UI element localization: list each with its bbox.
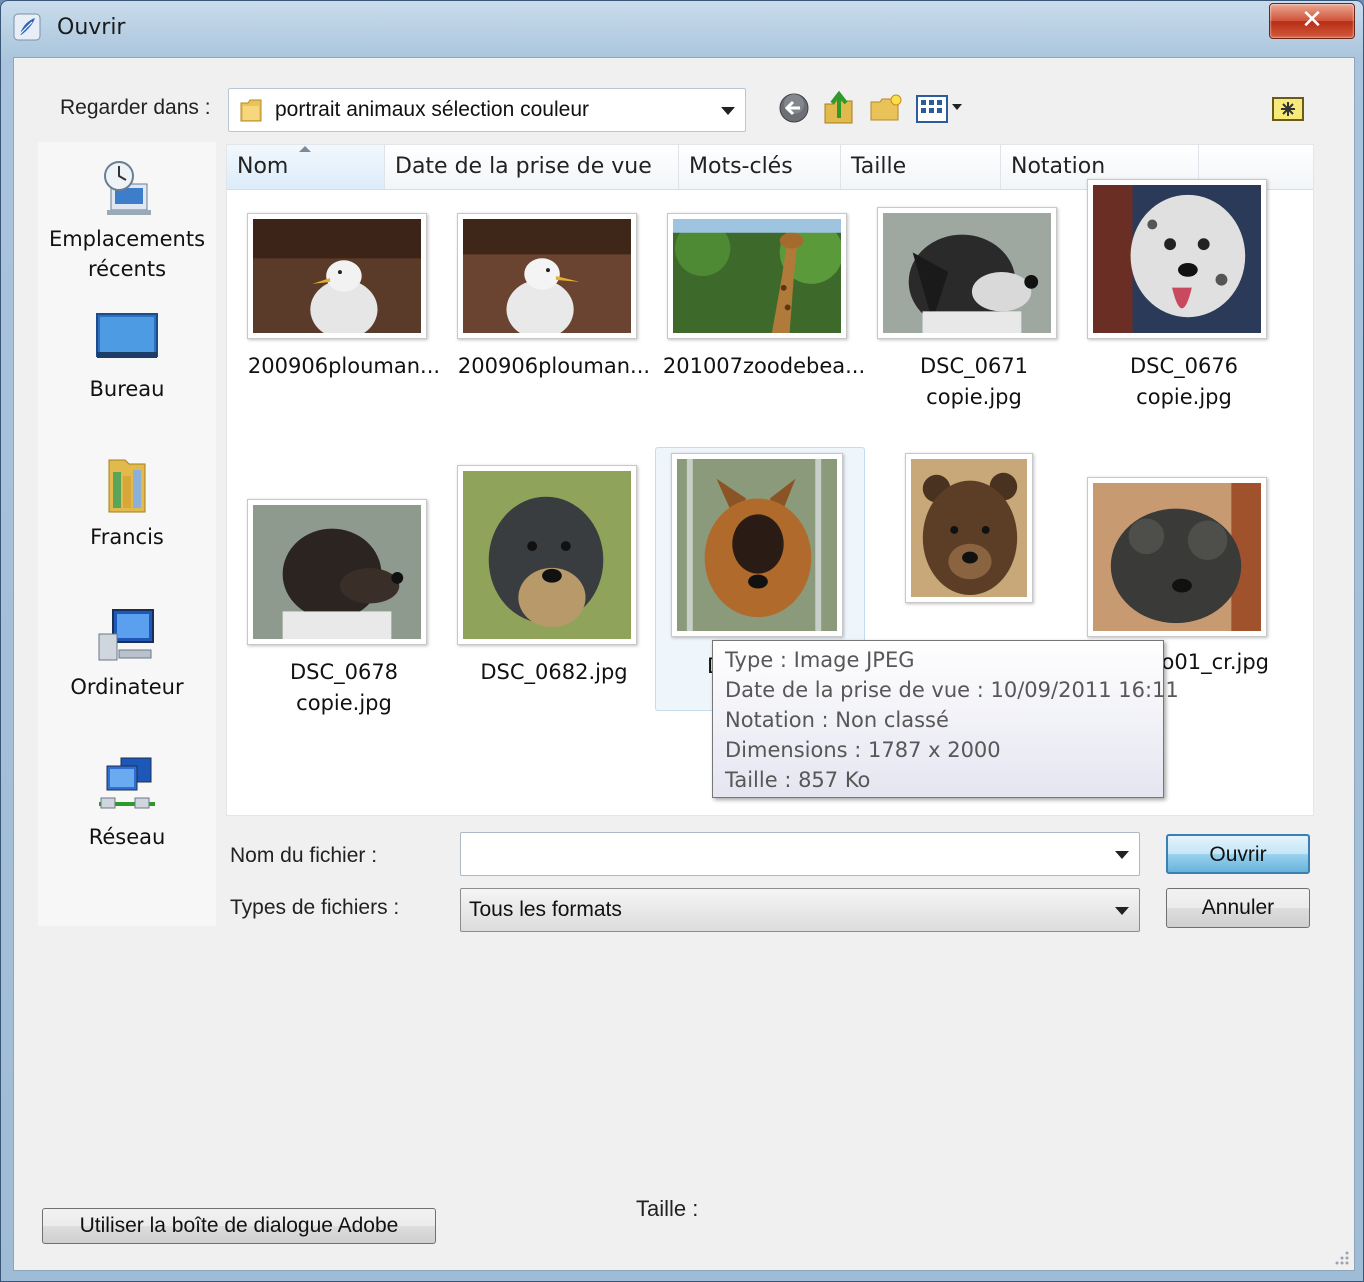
tooltip-size: Taille : 857 Ko xyxy=(725,768,871,792)
chevron-down-icon[interactable] xyxy=(1115,851,1129,859)
filetype-value: Tous les formats xyxy=(469,898,622,921)
file-name: DSC_0671 copie.jpg xyxy=(919,354,1029,409)
dog-thumbnail xyxy=(253,505,421,639)
up-folder-icon[interactable] xyxy=(822,90,856,126)
cancel-button[interactable]: Annuler xyxy=(1166,888,1310,928)
german-shepherd-thumbnail xyxy=(677,459,837,631)
column-label: Taille xyxy=(851,154,907,179)
thumbnail-frame xyxy=(247,499,427,645)
place-recent[interactable]: Emplacements récents xyxy=(38,156,216,284)
places-bar: Emplacements récents Bureau Francis Ordi… xyxy=(38,142,216,926)
place-user[interactable]: Francis xyxy=(38,454,216,552)
open-button[interactable]: Ouvrir xyxy=(1166,834,1310,874)
column-header-size[interactable]: Taille xyxy=(841,145,1001,189)
resize-grip-icon[interactable] xyxy=(1334,1250,1350,1266)
seagull-thumbnail xyxy=(253,219,421,339)
file-name: DSC_0682.jpg xyxy=(480,660,628,684)
thumbnail-frame xyxy=(1087,179,1267,339)
thumbnail-frame xyxy=(457,465,637,645)
title-bar[interactable]: Ouvrir ✕ xyxy=(1,1,1363,57)
tooltip-dimensions: Dimensions : 1787 x 2000 xyxy=(725,738,1001,762)
lookin-label: Regarder dans : xyxy=(60,96,211,119)
back-icon[interactable] xyxy=(776,90,812,126)
thumbnail-frame xyxy=(905,453,1033,603)
place-network[interactable]: Réseau xyxy=(38,754,216,852)
network-icon xyxy=(99,757,155,809)
size-label: Taille : xyxy=(636,1196,699,1221)
adobe-bridge-icon[interactable] xyxy=(1270,90,1306,126)
thumbnail-frame xyxy=(457,213,637,339)
chevron-down-icon[interactable] xyxy=(1115,907,1129,915)
column-label: Notation xyxy=(1011,154,1106,179)
bear-thumbnail xyxy=(911,459,1027,597)
column-label: Mots-clés xyxy=(689,154,793,179)
folder-icon xyxy=(240,99,262,122)
filename-input[interactable] xyxy=(460,832,1140,876)
thumbnail-frame xyxy=(671,453,843,637)
filename-label: Nom du fichier : xyxy=(230,844,378,867)
open-dialog-window: Ouvrir ✕ Regarder dans : portrait animau… xyxy=(0,0,1364,1282)
computer-icon xyxy=(98,609,154,661)
chevron-down-icon[interactable] xyxy=(721,107,735,115)
file-name: DSC_0678 copie.jpg xyxy=(289,660,399,715)
place-desktop[interactable]: Bureau xyxy=(38,306,216,404)
window-title: Ouvrir xyxy=(57,15,126,40)
place-label: Réseau xyxy=(88,825,166,849)
file-name: 201007zoodebea... xyxy=(662,354,866,378)
giraffe-thumbnail xyxy=(673,219,843,333)
place-label: Francis xyxy=(90,525,164,549)
column-label: Nom xyxy=(237,154,289,179)
dog-thumbnail xyxy=(883,213,1051,333)
sort-ascending-icon xyxy=(299,146,311,152)
place-label: Ordinateur xyxy=(70,675,184,699)
tooltip-type: Type : Image JPEG xyxy=(725,648,915,672)
app-feather-icon xyxy=(13,13,41,41)
column-header-keywords[interactable]: Mots-clés xyxy=(679,145,841,189)
place-label: Bureau xyxy=(89,377,165,401)
lookin-value: portrait animaux sélection couleur xyxy=(275,98,589,121)
schnauzer-thumbnail xyxy=(463,471,631,639)
tooltip-rating: Notation : Non classé xyxy=(725,708,949,732)
poodle-thumbnail xyxy=(1093,483,1261,631)
column-header-name[interactable]: Nom xyxy=(227,145,385,189)
dialog-client-area: Regarder dans : portrait animaux sélecti… xyxy=(13,57,1355,1271)
thumbnail-frame xyxy=(1087,477,1267,637)
new-folder-icon[interactable] xyxy=(868,90,904,126)
view-menu-icon[interactable] xyxy=(914,90,966,126)
close-button[interactable]: ✕ xyxy=(1269,3,1355,39)
place-label: Emplacements récents xyxy=(48,227,206,281)
file-info-tooltip: Type : Image JPEG Date de la prise de vu… xyxy=(712,640,1179,798)
use-adobe-dialog-button[interactable]: Utiliser la boîte de dialogue Adobe xyxy=(42,1208,436,1244)
thumbnail-frame xyxy=(667,213,847,339)
tooltip-date: Date de la prise de vue : 10/09/2011 16:… xyxy=(725,678,1179,702)
thumbnail-frame xyxy=(877,207,1057,339)
file-name: 200906plouman... xyxy=(457,354,651,378)
file-name: 200906plouman... xyxy=(247,354,441,378)
column-label: Date de la prise de vue xyxy=(395,154,652,179)
thumbnail-frame xyxy=(247,213,427,339)
filetype-select[interactable]: Tous les formats xyxy=(460,888,1140,932)
filetype-label: Types de fichiers : xyxy=(230,896,400,919)
column-header-date[interactable]: Date de la prise de vue xyxy=(385,145,679,189)
user-folder-icon xyxy=(108,459,146,513)
seagull-thumbnail xyxy=(463,219,631,339)
recent-places-icon xyxy=(104,161,151,215)
desktop-icon xyxy=(96,313,158,358)
place-computer[interactable]: Ordinateur xyxy=(38,604,216,702)
dog-thumbnail xyxy=(1093,185,1261,333)
lookin-combobox[interactable]: portrait animaux sélection couleur xyxy=(228,88,746,132)
file-name: DSC_0676 copie.jpg xyxy=(1129,354,1239,409)
